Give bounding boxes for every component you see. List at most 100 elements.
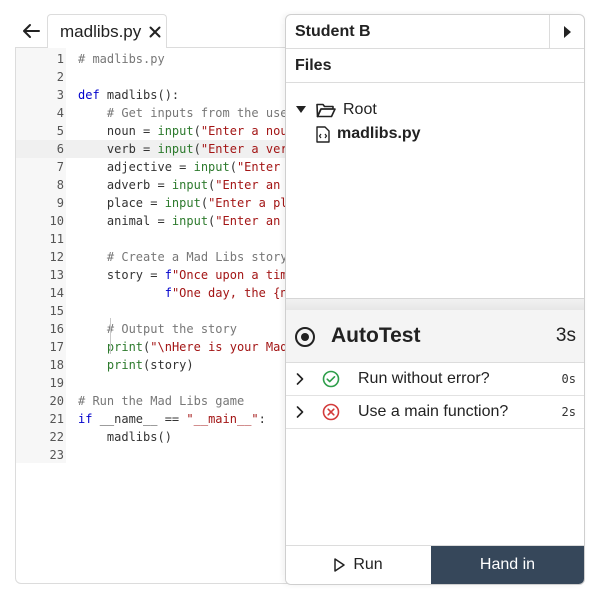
code-token: def bbox=[78, 88, 107, 102]
code-text: f"One day, the {n bbox=[78, 284, 288, 302]
panel-header: Student B bbox=[286, 15, 584, 49]
code-text: # madlibs.py bbox=[78, 50, 165, 68]
code-text: print(story) bbox=[78, 356, 194, 374]
code-token: ( bbox=[193, 124, 201, 138]
code-line[interactable]: 12 # Create a Mad Libs story bbox=[16, 248, 304, 266]
line-number: 1 bbox=[56, 52, 64, 66]
line-number: 11 bbox=[49, 232, 64, 246]
code-token: "Enter an bbox=[215, 214, 288, 228]
code-text: noun = input("Enter a nou bbox=[78, 122, 288, 140]
code-line[interactable]: 16 # Output the story bbox=[16, 320, 304, 338]
code-token: ( bbox=[193, 142, 201, 156]
code-line[interactable]: 2 bbox=[16, 68, 304, 86]
code-line[interactable]: 19 bbox=[16, 374, 304, 392]
close-tab-button[interactable] bbox=[149, 26, 161, 38]
test-label: Use a main function? bbox=[358, 403, 509, 420]
caret-right-icon bbox=[564, 25, 571, 38]
code-token: "Enter a pl bbox=[208, 196, 288, 210]
line-number: 3 bbox=[56, 88, 64, 102]
line-number: 2 bbox=[56, 70, 64, 84]
code-line[interactable]: 20 # Run the Mad Libs game bbox=[16, 392, 304, 410]
line-number: 18 bbox=[49, 358, 64, 372]
code-text: adjective = input("Enter bbox=[78, 158, 288, 176]
code-token: place = bbox=[78, 196, 165, 210]
code-token: "Enter bbox=[236, 160, 288, 174]
tree-file-label: madlibs.py bbox=[337, 125, 421, 142]
code-line[interactable]: 6 verb = input("Enter a ver bbox=[16, 140, 304, 158]
code-file-icon bbox=[316, 125, 330, 143]
panel-title: Student B bbox=[295, 23, 371, 40]
run-button[interactable]: Run bbox=[286, 546, 431, 584]
autotest-header[interactable]: AutoTest 3s bbox=[286, 310, 584, 363]
code-token: ( bbox=[229, 160, 237, 174]
panel-toggle-button[interactable] bbox=[549, 15, 584, 48]
tree-folder-root[interactable]: Root bbox=[296, 101, 377, 119]
code-text: # Output the story bbox=[78, 320, 237, 338]
run-button-label: Run bbox=[353, 556, 383, 573]
test-time: 0s bbox=[561, 372, 576, 386]
test-row[interactable]: Use a main function? 2s bbox=[286, 396, 584, 429]
code-text: if __name__ == "__main__": bbox=[78, 410, 266, 428]
close-icon bbox=[149, 26, 161, 37]
line-number: 15 bbox=[49, 304, 64, 318]
code-line[interactable]: 21 if __name__ == "__main__": bbox=[16, 410, 304, 428]
file-tab[interactable]: madlibs.py bbox=[47, 14, 167, 48]
code-line[interactable]: 10 animal = input("Enter an bbox=[16, 212, 304, 230]
folder-open-icon bbox=[316, 103, 336, 118]
line-number: 21 bbox=[49, 412, 64, 426]
arrow-left-icon bbox=[23, 24, 40, 38]
code-token: madlibs bbox=[106, 88, 158, 102]
code-line[interactable]: 4 # Get inputs from the use bbox=[16, 104, 304, 122]
hand-in-button[interactable]: Hand in bbox=[431, 546, 584, 584]
line-number: 7 bbox=[56, 160, 64, 174]
code-token: "One day, the {n bbox=[171, 286, 288, 300]
back-button[interactable] bbox=[18, 18, 44, 44]
code-token: : bbox=[258, 412, 266, 426]
code-token: f bbox=[164, 268, 172, 282]
code-text: # Create a Mad Libs story bbox=[78, 248, 288, 266]
tree-file-madlibs[interactable]: madlibs.py bbox=[316, 125, 421, 143]
code-text: place = input("Enter a pl bbox=[78, 194, 288, 212]
code-token: input bbox=[157, 124, 194, 138]
code-token: print bbox=[106, 340, 144, 354]
code-token: # Output the story bbox=[106, 322, 237, 336]
code-text: animal = input("Enter an bbox=[78, 212, 288, 230]
code-token: "Enter a nou bbox=[200, 124, 288, 138]
code-line[interactable]: 8 adverb = input("Enter an bbox=[16, 176, 304, 194]
line-number: 5 bbox=[56, 124, 64, 138]
code-line[interactable]: 5 noun = input("Enter a nou bbox=[16, 122, 304, 140]
code-lines[interactable]: 1 # madlibs.py 2 3 def madlibs(): 4 # Get inp… bbox=[16, 50, 304, 464]
code-token: verb = bbox=[78, 142, 158, 156]
x-circle-icon bbox=[322, 403, 340, 421]
line-number: 12 bbox=[49, 250, 64, 264]
code-token: (): bbox=[157, 88, 180, 102]
code-line[interactable]: 13 story = f"Once upon a tim bbox=[16, 266, 304, 284]
test-row[interactable]: Run without error? 0s bbox=[286, 363, 584, 396]
code-token: ( bbox=[200, 196, 209, 210]
code-line[interactable]: 17 print("\nHere is your Mad bbox=[16, 338, 304, 356]
code-line[interactable]: 9 place = input("Enter a pl bbox=[16, 194, 304, 212]
code-token: if bbox=[78, 412, 100, 426]
line-number: 23 bbox=[49, 448, 64, 462]
code-line[interactable]: 23 bbox=[16, 446, 304, 464]
code-text: madlibs() bbox=[78, 428, 172, 446]
line-number: 4 bbox=[56, 106, 64, 120]
code-token: "__main__" bbox=[186, 412, 259, 426]
caret-down-icon bbox=[296, 106, 306, 113]
code-line[interactable]: 15 bbox=[16, 302, 304, 320]
code-editor[interactable]: 1 # madlibs.py 2 3 def madlibs(): 4 # Get inp… bbox=[15, 47, 305, 584]
code-line[interactable]: 7 adjective = input("Enter bbox=[16, 158, 304, 176]
code-token: # madlibs.py bbox=[78, 52, 165, 66]
side-panel: Student B Files Root madlibs.py AutoTest… bbox=[285, 14, 585, 585]
code-line[interactable]: 18 print(story) bbox=[16, 356, 304, 374]
code-line[interactable]: 22 madlibs() bbox=[16, 428, 304, 446]
play-icon bbox=[334, 558, 346, 572]
code-line[interactable]: 1 # madlibs.py bbox=[16, 50, 304, 68]
code-line[interactable]: 14 f"One day, the {n bbox=[16, 284, 304, 302]
code-line[interactable]: 3 def madlibs(): bbox=[16, 86, 304, 104]
code-line[interactable]: 11 bbox=[16, 230, 304, 248]
